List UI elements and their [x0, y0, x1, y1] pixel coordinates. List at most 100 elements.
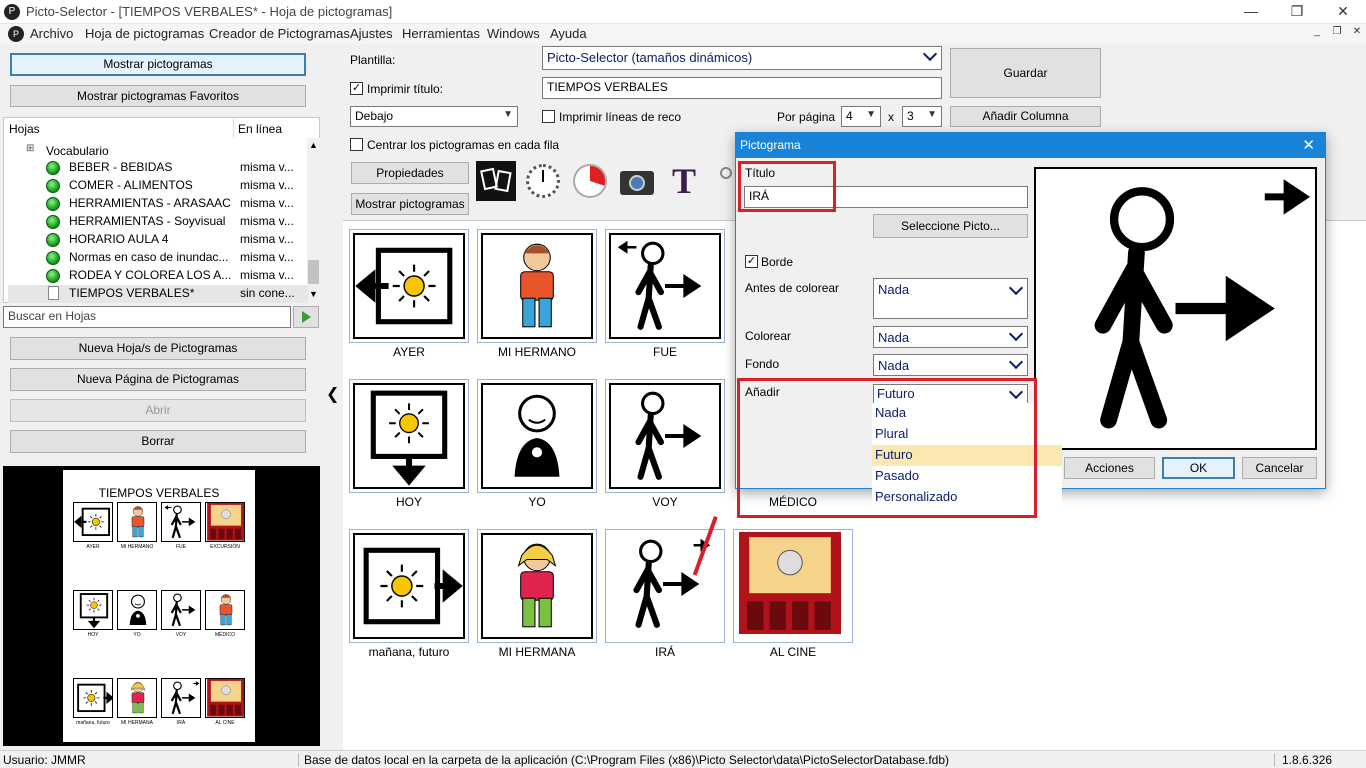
preview-label: AL CINE: [215, 720, 235, 726]
menu-herramientas[interactable]: Herramientas: [402, 26, 480, 41]
save-button[interactable]: Guardar: [950, 48, 1101, 98]
column-en-linea[interactable]: En línea: [238, 122, 282, 136]
clock-icon[interactable]: [523, 161, 563, 201]
properties-button[interactable]: Propiedades: [351, 162, 469, 184]
pictogram-card[interactable]: [605, 379, 725, 493]
sheet-row[interactable]: Normas en caso de inundac... misma v...: [8, 249, 308, 267]
sheet-row[interactable]: BEBER - BEBIDAS misma v...: [8, 159, 308, 177]
pictogram-label[interactable]: MI HERMANA: [477, 645, 597, 659]
by-label: x: [888, 110, 894, 124]
show-pictograms-button-2[interactable]: Mostrar pictogramas: [351, 193, 469, 215]
sheet-online-status: misma v...: [240, 160, 294, 174]
fondo-select[interactable]: Nada: [873, 354, 1028, 376]
search-sheets-input[interactable]: Buscar en Hojas: [3, 306, 291, 328]
pictogram-card[interactable]: [349, 529, 469, 643]
restore-button[interactable]: ❐: [1274, 0, 1320, 24]
antes-select[interactable]: Nada: [873, 278, 1028, 319]
sheet-row[interactable]: HORARIO AULA 4 misma v...: [8, 231, 308, 249]
sheet-row[interactable]: RODEA Y COLOREA LOS A... misma v...: [8, 267, 308, 285]
plantilla-select[interactable]: Picto-Selector (tamaños dinámicos): [542, 46, 942, 70]
tree-scrollbar[interactable]: ▲ ▼: [307, 138, 320, 303]
sheet-online-status: misma v...: [240, 232, 294, 246]
show-favorites-button[interactable]: Mostrar pictogramas Favoritos: [10, 85, 306, 107]
menu-archivo[interactable]: Archivo: [30, 26, 73, 41]
cancel-button[interactable]: Cancelar: [1242, 457, 1317, 479]
print-lines-checkbox[interactable]: [542, 110, 555, 123]
status-version: 1.8.6.326: [1282, 753, 1333, 767]
sheet-row[interactable]: HERRAMIENTAS - Soyvisual misma v...: [8, 213, 308, 231]
sheet-row[interactable]: TIEMPOS VERBALES* sin cone...: [8, 285, 308, 303]
mdi-app-icon[interactable]: P: [8, 26, 24, 42]
acciones-button[interactable]: Acciones: [1064, 457, 1155, 479]
pictogram-label[interactable]: MI HERMANO: [477, 345, 597, 359]
collapse-arrow-icon[interactable]: ❮: [326, 384, 339, 404]
menu-hoja[interactable]: Hoja de pictogramas: [85, 26, 204, 41]
menu-creador[interactable]: Creador de Pictogramas: [209, 26, 350, 41]
title-position-select[interactable]: Debajo ▼: [350, 106, 518, 127]
tree-expand-icon[interactable]: ⊞: [26, 143, 34, 154]
pictogram-card[interactable]: [349, 229, 469, 343]
print-title-checkbox[interactable]: ✓: [350, 82, 363, 95]
scroll-down-icon[interactable]: ▼: [309, 289, 318, 299]
show-pictograms-button[interactable]: Mostrar pictogramas: [10, 53, 306, 76]
mdi-close-button[interactable]: ✕: [1348, 26, 1366, 42]
menu-windows[interactable]: Windows: [487, 26, 540, 41]
rows-select[interactable]: 3 ▼: [902, 106, 942, 127]
minimize-button[interactable]: —: [1228, 0, 1274, 24]
antes-value: Nada: [878, 282, 910, 297]
text-tool-icon[interactable]: T: [664, 161, 704, 201]
center-checkbox[interactable]: [350, 138, 363, 151]
columns-select[interactable]: 4 ▼: [841, 106, 881, 127]
dialog-close-icon[interactable]: ✕: [1302, 136, 1315, 154]
pictogram-card[interactable]: [477, 529, 597, 643]
mdi-restore-button[interactable]: ❐: [1328, 26, 1346, 42]
pictogram-card[interactable]: [477, 379, 597, 493]
select-picto-button[interactable]: Seleccione Picto...: [873, 214, 1028, 238]
sheet-title-input[interactable]: TIEMPOS VERBALES: [542, 77, 942, 99]
pictogram-label[interactable]: FUE: [605, 345, 725, 359]
search-go-button[interactable]: [293, 306, 319, 328]
sheet-row[interactable]: COMER - ALIMENTOS misma v...: [8, 177, 308, 195]
pictogram-label[interactable]: AYER: [349, 345, 469, 359]
colorear-value: Nada: [878, 330, 910, 345]
preview-label: VOY: [175, 632, 187, 638]
pictogram-label[interactable]: AL CINE: [733, 645, 853, 659]
column-hojas[interactable]: Hojas: [9, 122, 40, 136]
pictogram-card[interactable]: [605, 229, 725, 343]
pictogram-card[interactable]: [477, 229, 597, 343]
new-sheet-button[interactable]: Nueva Hoja/s de Pictogramas: [10, 337, 306, 360]
menu-ayuda[interactable]: Ayuda: [550, 26, 587, 41]
menu-ajustes[interactable]: Ajustes: [350, 26, 393, 41]
colorear-select[interactable]: Nada: [873, 326, 1028, 348]
sheet-row[interactable]: HERRAMIENTAS - ARASAAC misma v...: [8, 195, 308, 213]
scroll-up-icon[interactable]: ▲: [309, 140, 318, 150]
pictogram-label[interactable]: mañana, futuro: [349, 645, 469, 659]
timer-icon[interactable]: [570, 161, 610, 201]
status-database: Base de datos local en la carpeta de la …: [304, 753, 949, 767]
cards-icon[interactable]: [476, 161, 516, 201]
borde-checkbox[interactable]: ✓: [745, 255, 758, 268]
preview-pictogram: [161, 678, 201, 718]
mdi-minimize-button[interactable]: _: [1308, 26, 1326, 42]
antes-label: Antes de colorear: [745, 281, 840, 295]
panel-splitter[interactable]: ❮: [322, 44, 342, 750]
delete-button[interactable]: Borrar: [10, 430, 306, 453]
sheet-name: RODEA Y COLOREA LOS A...: [69, 268, 232, 282]
pictogram-label[interactable]: YO: [477, 495, 597, 509]
pictogram-image: [481, 233, 593, 339]
new-page-button[interactable]: Nueva Página de Pictogramas: [10, 368, 306, 391]
ok-button[interactable]: OK: [1162, 457, 1235, 479]
pictogram-card[interactable]: [349, 379, 469, 493]
add-column-button[interactable]: Añadir Columna: [950, 106, 1101, 127]
pictogram-card[interactable]: [733, 529, 853, 643]
preview-page: TIEMPOS VERBALES AYER MI HERMANO FUE EXCURS…: [63, 470, 255, 742]
pictogram-label[interactable]: VOY: [605, 495, 725, 509]
tree-root[interactable]: Vocabulario: [46, 144, 109, 158]
scroll-thumb[interactable]: [308, 260, 319, 284]
more-tools-icon[interactable]: [712, 161, 734, 201]
camera-icon[interactable]: [617, 161, 657, 201]
open-button[interactable]: Abrir: [10, 399, 306, 422]
pictogram-label[interactable]: IRÁ: [605, 645, 725, 659]
pictogram-label[interactable]: HOY: [349, 495, 469, 509]
close-button[interactable]: ✕: [1320, 0, 1366, 24]
